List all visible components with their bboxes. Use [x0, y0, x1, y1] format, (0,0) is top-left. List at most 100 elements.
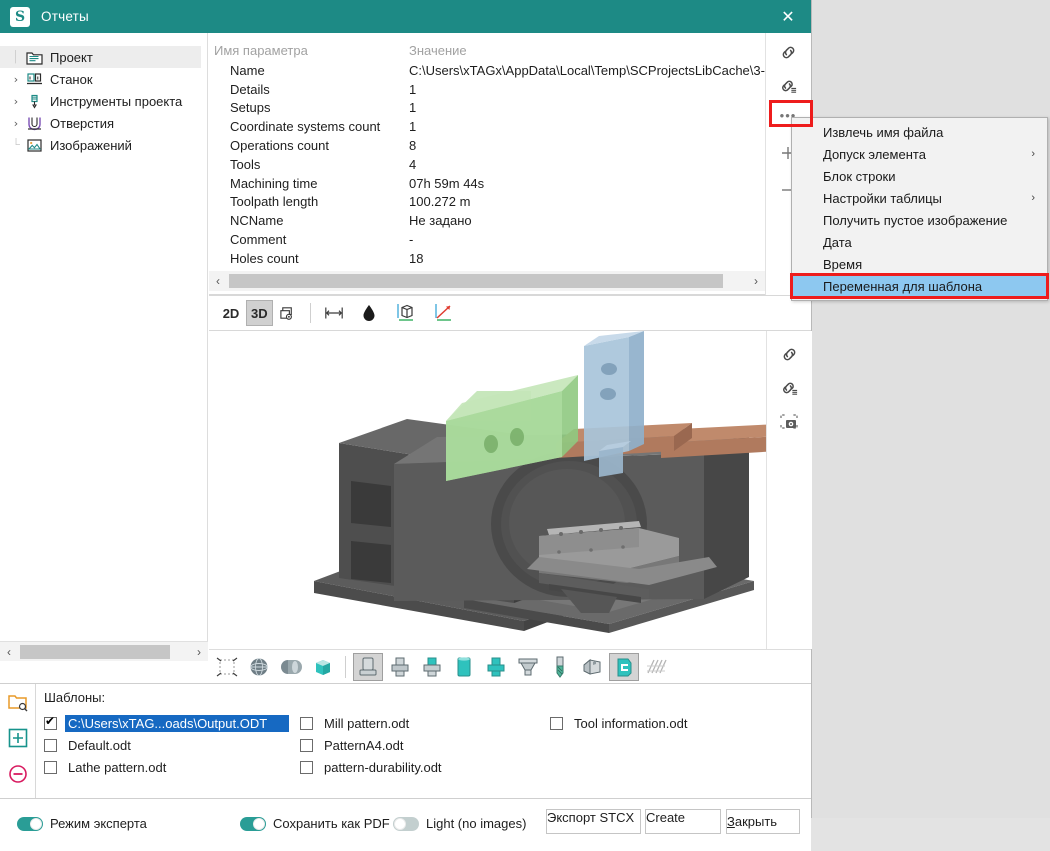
expert-mode-toggle[interactable]: Режим эксперта [17, 816, 147, 831]
scrollbar-track[interactable] [18, 643, 190, 661]
menu-item-template-variable[interactable]: Переменная для шаблона [792, 275, 1047, 297]
table-row[interactable]: Tools 4 [209, 155, 811, 174]
revolve-icon[interactable] [276, 653, 306, 681]
table-row[interactable]: Coordinate systems count 1 [209, 117, 811, 136]
table-row[interactable]: Operations count 8 [209, 136, 811, 155]
close-icon[interactable]: ✕ [765, 0, 811, 33]
sidebar-item-machine[interactable]: › Станок [0, 68, 207, 90]
width-arrow-icon[interactable] [320, 300, 348, 326]
scroll-right-icon[interactable]: › [747, 272, 765, 290]
scroll-right-icon[interactable]: › [190, 643, 208, 661]
window-titlebar: S Отчеты ✕ [0, 0, 811, 33]
scroll-left-icon[interactable]: ‹ [209, 272, 227, 290]
cube-solid-icon[interactable] [308, 653, 338, 681]
sidebar-item-holes[interactable]: › Отверстия [0, 112, 207, 134]
table-row[interactable]: Holes count 18 [209, 249, 811, 268]
table-row[interactable]: Comment - [209, 230, 811, 249]
menu-item-label: Допуск элемента [823, 147, 926, 162]
table-row[interactable]: Name C:\Users\xTAGx\AppData\Local\Temp\S… [209, 61, 811, 80]
chevron-right-icon[interactable]: › [8, 73, 24, 86]
menu-item-element-tolerance[interactable]: Допуск элемента › [792, 143, 1047, 165]
create-button[interactable]: Create [645, 809, 721, 834]
sidebar-item-project-tools[interactable]: › Инструменты проекта [0, 90, 207, 112]
export-stcx-button[interactable]: Экспорт STCX [546, 809, 641, 834]
close-button-label: акрыть [735, 814, 777, 829]
cube-icon[interactable] [392, 300, 422, 326]
light-no-images-toggle[interactable]: Light (no images) [393, 816, 526, 831]
list-item[interactable]: Tool information.odt [550, 712, 690, 734]
parameters-horizontal-scrollbar[interactable]: ‹ › [209, 271, 765, 291]
menu-item-date[interactable]: Дата [792, 231, 1047, 253]
list-item[interactable]: pattern-durability.odt [300, 756, 550, 778]
template-checkbox[interactable] [44, 717, 57, 730]
wireframe-icon[interactable] [212, 653, 242, 681]
model-viewport[interactable] [209, 331, 766, 649]
stock-icon[interactable] [577, 653, 607, 681]
sidebar-item-images[interactable]: └ Изображений [0, 134, 207, 156]
fixture-icon[interactable] [609, 653, 639, 681]
holder-4-icon[interactable] [449, 653, 479, 681]
template-checkbox[interactable] [300, 739, 313, 752]
menu-item-row-block[interactable]: Блок строки [792, 165, 1047, 187]
link-icon[interactable] [767, 338, 811, 370]
menu-item-time[interactable]: Время [792, 253, 1047, 275]
template-checkbox[interactable] [44, 761, 57, 774]
scrollbar-thumb[interactable] [229, 274, 723, 288]
holder-1-icon[interactable] [353, 653, 383, 681]
menu-item-label: Настройки таблицы [823, 191, 942, 206]
view-2d-button[interactable]: 2D [218, 300, 244, 326]
template-checkbox[interactable] [300, 717, 313, 730]
droplet-icon[interactable] [356, 300, 382, 326]
list-item[interactable]: Mill pattern.odt [300, 712, 550, 734]
template-checkbox[interactable] [550, 717, 563, 730]
toggle-label: Режим эксперта [50, 816, 147, 831]
table-row[interactable]: Details 1 [209, 80, 811, 99]
link-list-icon[interactable] [766, 70, 810, 102]
image-icon [24, 137, 44, 153]
holder-5-icon[interactable] [481, 653, 511, 681]
holder-2-icon[interactable] [385, 653, 415, 681]
list-item[interactable]: Lathe pattern.odt [44, 756, 300, 778]
toggle-track[interactable] [240, 817, 266, 831]
close-button[interactable]: Закрыть [726, 809, 800, 834]
scroll-left-icon[interactable]: ‹ [0, 643, 18, 661]
table-row[interactable]: Toolpath length 100.272 m [209, 193, 811, 212]
list-item[interactable]: PatternA4.odt [300, 734, 550, 756]
close-button-accel: З [727, 814, 735, 829]
holder-6-icon[interactable] [513, 653, 543, 681]
table-row[interactable]: Setups 1 [209, 99, 811, 118]
list-item[interactable]: C:\Users\xTAG...oads\Output.ODT [44, 712, 300, 734]
save-as-pdf-toggle[interactable]: Сохранить как PDF [240, 816, 390, 831]
tree-horizontal-scrollbar[interactable]: ‹ › [0, 641, 208, 661]
toggle-track[interactable] [393, 817, 419, 831]
view-3d-button[interactable]: 3D [246, 300, 273, 326]
menu-item-get-empty-image[interactable]: Получить пустое изображение [792, 209, 1047, 231]
tree-line: └ [8, 139, 24, 151]
sphere-icon[interactable] [244, 653, 274, 681]
table-row[interactable]: Machining time 07h 59m 44s [209, 174, 811, 193]
table-row[interactable]: NCName Не задано [209, 211, 811, 230]
scrollbar-track[interactable] [227, 272, 747, 290]
divider [345, 656, 346, 678]
toolpath-icon[interactable] [641, 653, 671, 681]
screenshot-icon[interactable] [275, 300, 301, 326]
chevron-right-icon[interactable]: › [8, 95, 24, 108]
open-folder-icon[interactable] [6, 690, 30, 714]
add-template-icon[interactable] [6, 726, 30, 750]
chevron-right-icon[interactable]: › [8, 117, 24, 130]
list-item[interactable]: Default.odt [44, 734, 300, 756]
menu-item-extract-filename[interactable]: Извлечь имя файла [792, 121, 1047, 143]
template-checkbox[interactable] [44, 739, 57, 752]
link-icon[interactable] [766, 36, 810, 68]
holder-3-icon[interactable] [417, 653, 447, 681]
graph-arrow-icon[interactable] [430, 300, 460, 326]
template-checkbox[interactable] [300, 761, 313, 774]
link-list-icon[interactable] [767, 372, 811, 404]
sidebar-item-project[interactable]: │ Проект [0, 46, 201, 68]
menu-item-table-settings[interactable]: Настройки таблицы › [792, 187, 1047, 209]
remove-template-icon[interactable] [6, 762, 30, 786]
scrollbar-thumb[interactable] [20, 645, 170, 659]
toggle-track[interactable] [17, 817, 43, 831]
snapshot-region-icon[interactable] [767, 406, 811, 438]
drill-icon[interactable] [545, 653, 575, 681]
